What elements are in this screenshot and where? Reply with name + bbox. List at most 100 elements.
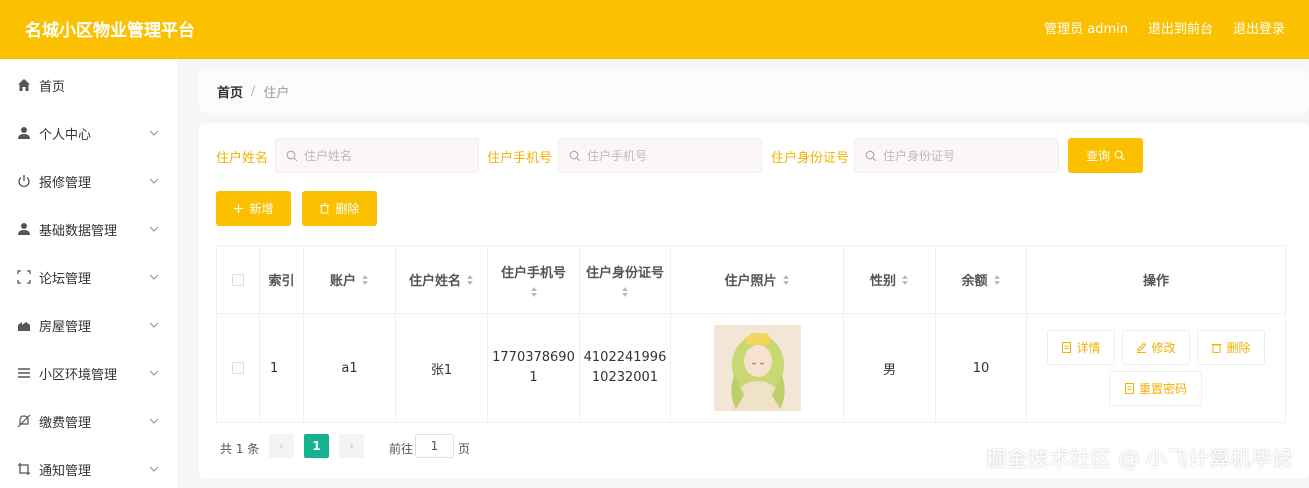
resident-phone-input[interactable]: 住户手机号 [558, 138, 762, 173]
header-label: 住户照片 [724, 274, 777, 289]
search-icon [1114, 150, 1125, 161]
sidebar-item-label: 报修管理 [39, 175, 92, 191]
sort-icon[interactable] [993, 274, 1001, 285]
sort-icon[interactable] [466, 274, 474, 285]
cell-photo [671, 314, 844, 423]
sidebar-item-personal[interactable]: 个人中心 [0, 109, 177, 157]
header-label: 索引 [268, 274, 295, 289]
resident-name-input[interactable]: 住户姓名 [275, 138, 479, 173]
sidebar-item-label: 首页 [39, 79, 66, 95]
cell-gender: 男 [844, 314, 936, 423]
row-delete-button[interactable]: 删除 [1197, 330, 1265, 365]
breadcrumb-home[interactable]: 首页 [217, 82, 243, 101]
sidebar-item-label: 小区环境管理 [39, 367, 118, 383]
cell-value: 1770378690 [492, 350, 575, 365]
top-header: 名城小区物业管理平台 管理员 admin 退出到前台 退出登录 [0, 0, 1309, 59]
sort-icon[interactable] [901, 274, 909, 285]
add-button[interactable]: 新增 [216, 191, 291, 226]
chevron-down-icon [149, 464, 159, 474]
header-account[interactable]: 账户 [304, 246, 396, 314]
breadcrumb-separator: / [251, 83, 256, 99]
chevron-down-icon [149, 320, 159, 330]
next-page-button[interactable]: › [339, 434, 364, 458]
resident-id-label: 住户身份证号 [771, 151, 850, 166]
cell-balance: 10 [936, 314, 1027, 423]
sidebar-item-label: 缴费管理 [39, 415, 92, 431]
pagination-total: 共 1 条 [220, 442, 260, 456]
document-icon [1062, 342, 1072, 353]
cell-value: 10 [972, 360, 990, 376]
sidebar: 首页 个人中心 报修管理 基础数据管理 论坛管理 房屋管理 小区环境管理 缴费管… [0, 59, 177, 488]
header-select-all[interactable] [217, 246, 260, 314]
sidebar-item-repair[interactable]: 报修管理 [0, 157, 177, 205]
user-icon [17, 222, 31, 236]
crop-icon [17, 462, 31, 476]
trash-icon [1211, 344, 1222, 353]
sort-icon[interactable] [782, 274, 790, 285]
batch-delete-button[interactable]: 删除 [302, 191, 377, 226]
header-label: 住户身份证号 [585, 266, 664, 281]
edit-label: 修改 [1151, 341, 1176, 355]
logout-link[interactable]: 退出登录 [1233, 18, 1285, 37]
sidebar-item-label: 基础数据管理 [39, 223, 118, 239]
header-resident-photo[interactable]: 住户照片 [671, 246, 844, 314]
home-icon [17, 78, 31, 92]
sort-icon[interactable] [530, 287, 538, 297]
query-button[interactable]: 查询 [1068, 138, 1143, 173]
checkbox[interactable] [232, 362, 244, 374]
goto-page-input[interactable]: 1 [415, 434, 454, 458]
detail-button[interactable]: 详情 [1047, 330, 1115, 365]
list-icon [17, 366, 31, 380]
sort-icon[interactable] [621, 287, 629, 297]
user-icon [17, 126, 31, 140]
header-resident-id[interactable]: 住户身份证号 [580, 246, 671, 314]
edit-button[interactable]: 修改 [1122, 330, 1190, 365]
cell-value: 张1 [430, 362, 453, 378]
page-number-active[interactable]: 1 [304, 434, 329, 458]
resident-name-label: 住户姓名 [216, 151, 269, 166]
sidebar-item-payment[interactable]: 缴费管理 [0, 397, 177, 445]
cell-id-number: 4102241996 10232001 [580, 314, 671, 423]
sidebar-item-house[interactable]: 房屋管理 [0, 301, 177, 349]
sidebar-item-label: 房屋管理 [39, 319, 92, 335]
chevron-down-icon [149, 368, 159, 378]
prev-page-button[interactable]: ‹ [269, 434, 294, 458]
bell-off-icon [17, 414, 31, 428]
sidebar-item-label: 通知管理 [39, 463, 92, 479]
header-resident-name[interactable]: 住户姓名 [396, 246, 488, 314]
header-balance[interactable]: 余额 [936, 246, 1027, 314]
admin-label[interactable]: 管理员 admin [1044, 18, 1128, 37]
query-button-label: 查询 [1085, 149, 1110, 163]
cell-account: a1 [304, 314, 396, 423]
reset-password-button[interactable]: 重置密码 [1109, 371, 1202, 406]
header-gender[interactable]: 性别 [844, 246, 936, 314]
add-button-label: 新增 [249, 202, 274, 216]
resident-id-input[interactable]: 住户身份证号 [854, 138, 1059, 173]
input-placeholder: 住户手机号 [587, 149, 648, 163]
header-label: 余额 [961, 274, 988, 289]
input-placeholder: 住户身份证号 [883, 149, 956, 163]
exit-to-front-link[interactable]: 退出到前台 [1148, 18, 1213, 37]
sidebar-item-environment[interactable]: 小区环境管理 [0, 349, 177, 397]
resident-photo[interactable] [713, 325, 801, 411]
cell-value: 4102241996 [583, 350, 667, 365]
input-placeholder: 住户姓名 [304, 149, 353, 163]
delete-button-label: 删除 [335, 202, 360, 216]
header-actions: 管理员 admin 退出到前台 退出登录 [1044, 18, 1285, 37]
header-index: 索引 [260, 246, 304, 314]
sidebar-item-basic-data[interactable]: 基础数据管理 [0, 205, 177, 253]
header-label: 住户手机号 [500, 266, 566, 281]
cell-index: 1 [260, 314, 304, 423]
goto-label: 前往 [389, 442, 414, 456]
sidebar-item-home[interactable]: 首页 [0, 61, 177, 109]
row-select[interactable] [217, 314, 260, 423]
page-number: 1 [312, 439, 321, 453]
header-resident-phone[interactable]: 住户手机号 [488, 246, 580, 314]
power-icon [17, 174, 31, 188]
checkbox[interactable] [232, 273, 244, 286]
resident-phone-label: 住户手机号 [487, 151, 553, 166]
sidebar-item-notice[interactable]: 通知管理 [0, 445, 177, 488]
sidebar-item-forum[interactable]: 论坛管理 [0, 253, 177, 301]
cell-value: 10232001 [591, 370, 659, 385]
sort-icon[interactable] [361, 274, 369, 285]
